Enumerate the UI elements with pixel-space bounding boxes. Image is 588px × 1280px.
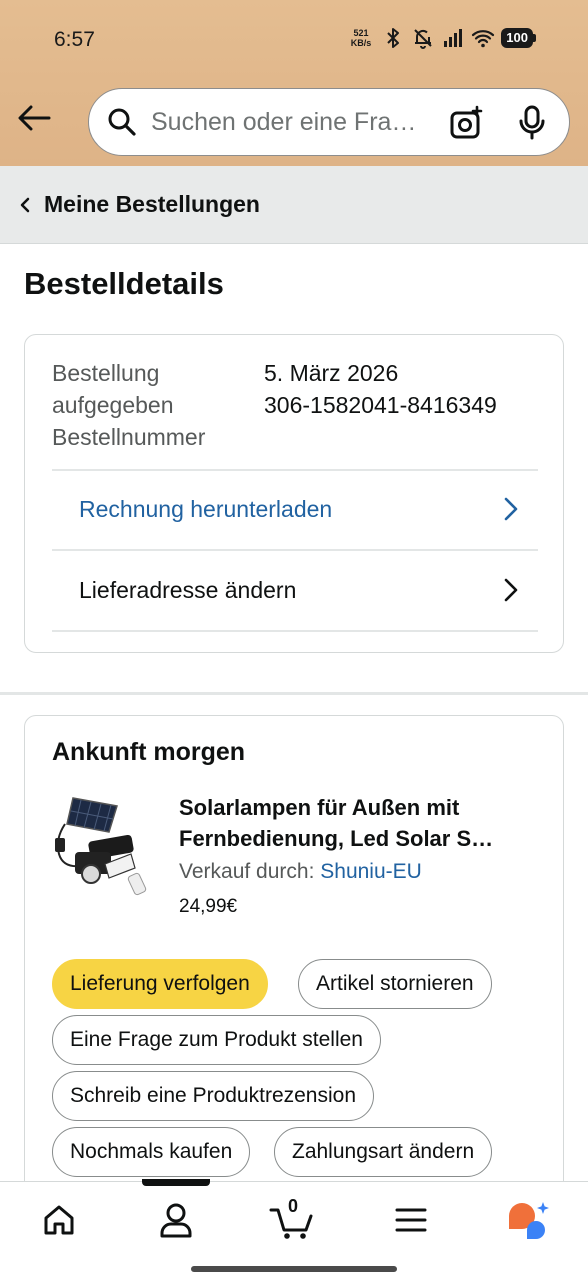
wifi-icon (472, 30, 495, 48)
top-header: 6:57 521 KB/s 100 (0, 0, 588, 166)
order-label-aufgegeben: aufgegeben (52, 392, 174, 418)
bell-off-icon (414, 29, 433, 49)
change-address-link[interactable]: Lieferadresse ändern (52, 551, 538, 629)
order-summary-card: Bestellung aufgegeben Bestellnummer 5. M… (24, 334, 564, 653)
order-label-bestellung: Bestellung (52, 360, 160, 386)
ask-question-button[interactable]: Eine Frage zum Produkt stellen (52, 1015, 381, 1065)
nav-menu[interactable] (386, 1198, 436, 1242)
chevron-right-icon (504, 497, 518, 521)
search-bar[interactable] (88, 88, 570, 156)
order-number: 306-1582041-8416349 (264, 392, 497, 418)
cart-count: 0 (288, 1196, 299, 1216)
change-address-label: Lieferadresse ändern (79, 576, 297, 603)
home-icon (44, 1205, 74, 1235)
seller-link[interactable]: Shuniu-EU (320, 860, 422, 883)
network-speed: 521 KB/s (351, 28, 372, 48)
download-invoice-link[interactable]: Rechnung herunterladen (52, 470, 538, 548)
network-speed-unit: KB/s (350, 38, 372, 48)
buy-again-button[interactable]: Nochmals kaufen (52, 1127, 251, 1177)
network-speed-value: 521 (353, 28, 369, 38)
search-input[interactable] (151, 107, 421, 137)
status-icons: 521 KB/s 100 (351, 26, 536, 50)
menu-icon (395, 1208, 427, 1232)
download-invoice-label: Rechnung herunterladen (79, 495, 333, 522)
order-label-number: Bestellnummer (52, 424, 206, 450)
breadcrumb-label: Meine Bestellungen (44, 191, 260, 217)
signal-icon (444, 29, 463, 47)
active-tab-indicator (142, 1179, 210, 1186)
cancel-item-button[interactable]: Artikel stornieren (298, 959, 492, 1009)
product-image[interactable] (51, 794, 155, 898)
battery-level: 100 (501, 28, 533, 48)
track-delivery-button[interactable]: Lieferung verfolgen (52, 959, 268, 1009)
arrival-status: Ankunft morgen (52, 738, 246, 766)
status-time: 6:57 (54, 28, 95, 51)
back-arrow-icon (18, 105, 51, 131)
home-indicator (191, 1266, 397, 1272)
seller-label: Verkauf durch: (179, 860, 315, 883)
order-date: 5. März 2026 (264, 360, 399, 386)
product-price: 24,99€ (179, 896, 238, 917)
chevron-left-icon (20, 197, 30, 212)
seller-info: Verkauf durch: Shuniu-EU (179, 860, 422, 884)
bottom-navigation: 0 (0, 1179, 588, 1280)
write-review-button[interactable]: Schreib eine Produktrezension (52, 1071, 375, 1121)
search-icon (108, 108, 136, 136)
nav-rufus[interactable] (504, 1198, 554, 1242)
breadcrumb[interactable]: Meine Bestellungen (0, 166, 588, 244)
divider (52, 630, 538, 632)
bluetooth-icon (387, 28, 400, 48)
battery-indicator: 100 (501, 28, 536, 48)
page-title: Bestelldetails (24, 266, 224, 301)
change-payment-button[interactable]: Zahlungsart ändern (274, 1127, 493, 1177)
product-title[interactable]: Solarlampen für Außen mit Fernbedienung,… (179, 792, 539, 854)
nav-home[interactable] (34, 1198, 84, 1242)
nav-account[interactable] (151, 1198, 201, 1242)
camera-icon[interactable] (449, 105, 485, 141)
section-divider (0, 692, 588, 695)
shipment-card: Ankunft morgen Solarlampen für Außen mit… (24, 715, 564, 1195)
status-bar: 6:57 521 KB/s 100 (0, 0, 588, 80)
rufus-icon (509, 1202, 549, 1239)
nav-cart[interactable]: 0 (268, 1196, 318, 1242)
chevron-right-icon (504, 578, 518, 602)
account-icon (160, 1203, 192, 1238)
order-values: 5. März 2026 306-1582041-8416349 (264, 357, 554, 421)
order-labels: Bestellung aufgegeben Bestellnummer (52, 357, 252, 453)
back-button[interactable] (14, 98, 54, 138)
microphone-icon[interactable] (517, 105, 547, 141)
